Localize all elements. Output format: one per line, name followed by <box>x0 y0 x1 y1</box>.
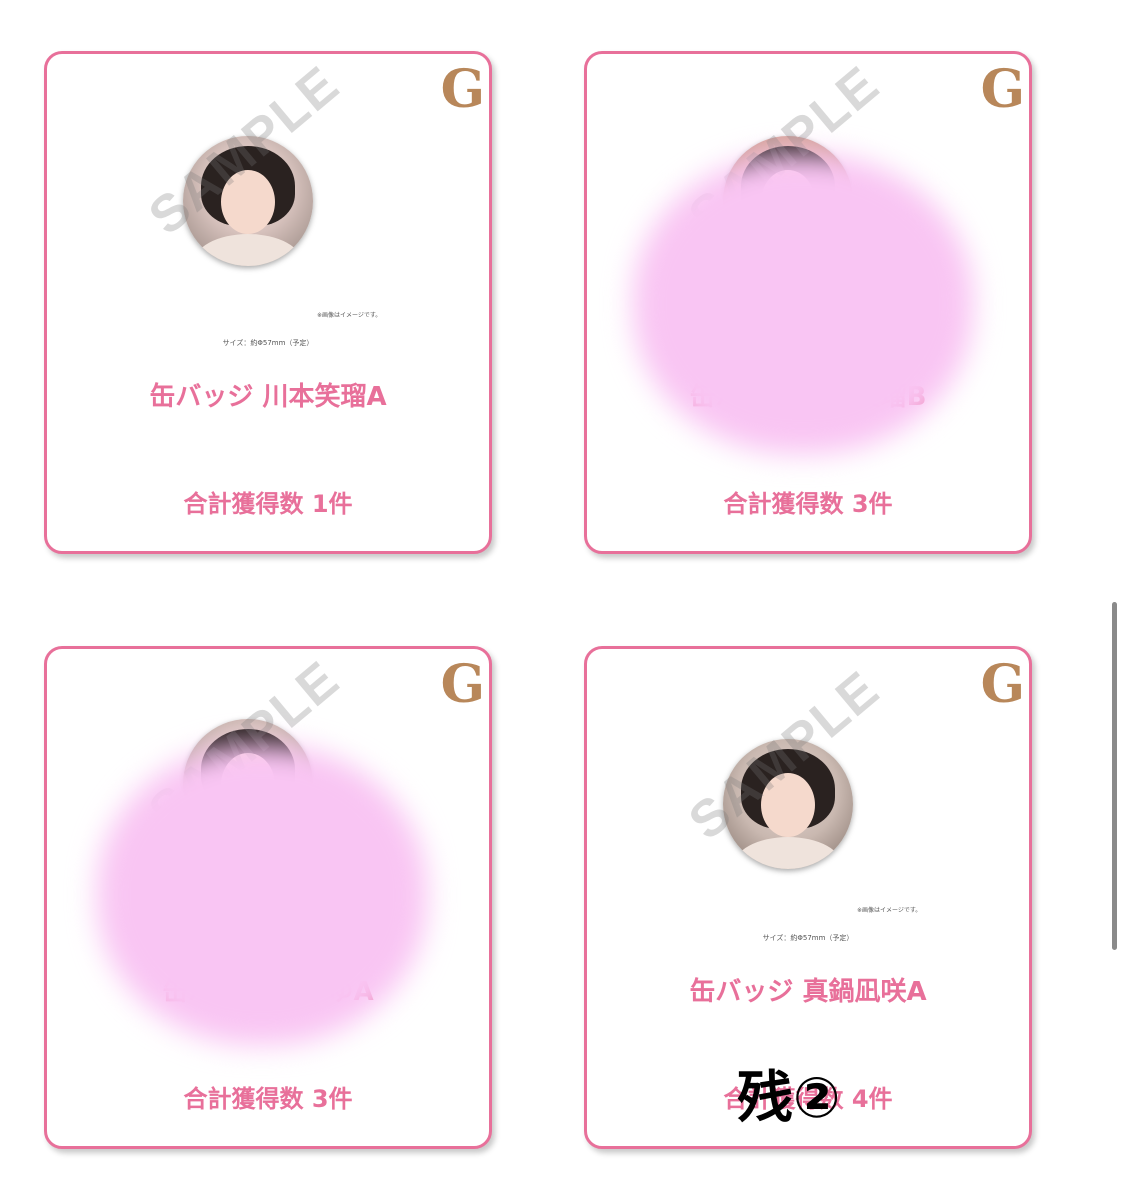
pink-blur-overlay <box>633 154 973 454</box>
size-text: サイズ：約Φ57mm（予定） <box>222 339 314 347</box>
remaining-overlay-text: 残② <box>737 1066 841 1131</box>
g-logo-icon: G <box>440 59 485 120</box>
g-logo-icon: G <box>440 654 485 715</box>
item-title[interactable]: 缶バッジ 真鍋凪咲A <box>587 971 1029 1008</box>
item-title[interactable]: 缶バッジ 川本笑瑠A <box>47 376 489 413</box>
size-text: サイズ：約Φ57mm（予定） <box>762 934 854 942</box>
item-count: 合計獲得数 1件 <box>183 490 353 518</box>
item-card[interactable]: G SAMPLE ※画像はイメージです。 サイズ：約Φ57mm（予定） 缶バッジ… <box>44 51 492 554</box>
scrollbar[interactable] <box>1112 602 1117 950</box>
item-count: 合計獲得数 3件 <box>183 1085 353 1113</box>
item-card[interactable]: G SAMPLE 缶バッジ 川本笑瑠B 合計獲得数 3件 <box>584 51 1032 554</box>
image-note: ※画像はイメージです。 <box>857 907 922 914</box>
pink-blur-overlay <box>97 745 427 1045</box>
image-note: ※画像はイメージです。 <box>317 312 382 319</box>
item-card[interactable]: G SAMPLE 缶バッジ 田みゆA 合計獲得数 3件 <box>44 646 492 1149</box>
g-logo-icon: G <box>980 59 1025 120</box>
g-logo-icon: G <box>980 654 1025 715</box>
item-card[interactable]: G SAMPLE ※画像はイメージです。 サイズ：約Φ57mm（予定） 缶バッジ… <box>584 646 1032 1149</box>
item-count: 合計獲得数 3件 <box>723 490 893 518</box>
